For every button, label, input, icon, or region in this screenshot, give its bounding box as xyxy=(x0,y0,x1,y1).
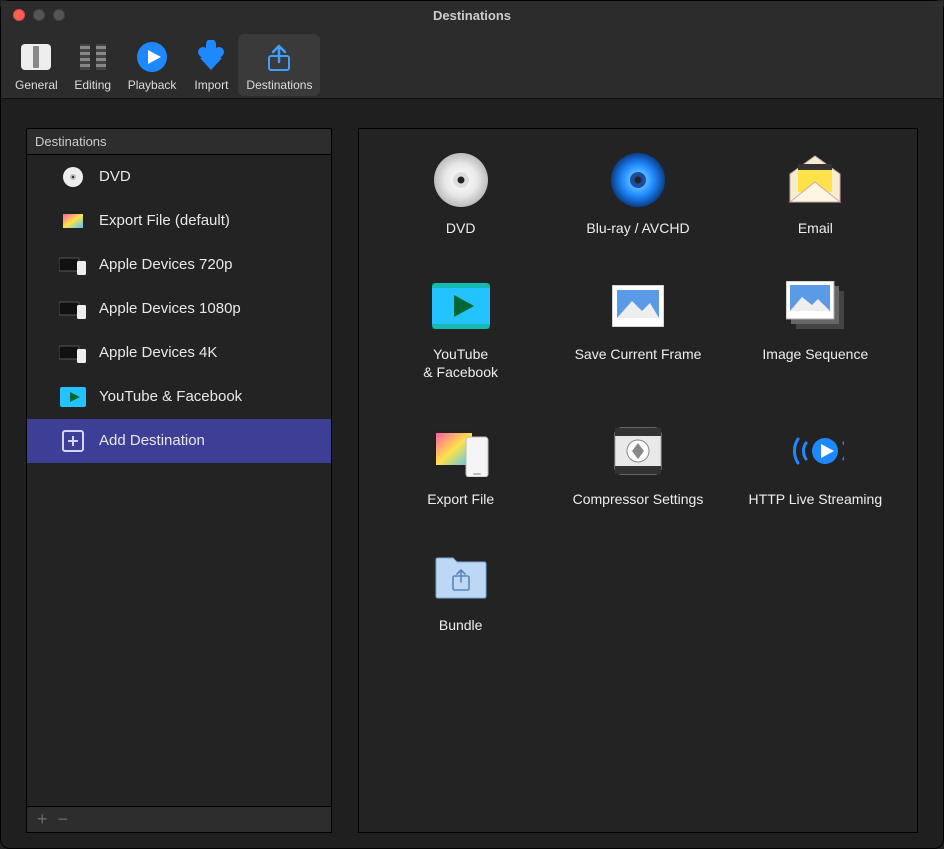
tab-editing[interactable]: Editing xyxy=(66,34,120,96)
destinations-sidebar: Destinations DVD Export File (default) xyxy=(26,128,332,833)
tab-label: Playback xyxy=(128,78,177,92)
sidebar-item-label: Add Destination xyxy=(99,432,205,449)
sidebar-item-label: Export File (default) xyxy=(99,212,230,229)
card-youtube-facebook[interactable]: YouTube & Facebook xyxy=(377,277,544,381)
youtube-large-icon xyxy=(432,277,490,335)
sidebar-item-label: Apple Devices 1080p xyxy=(99,300,241,317)
apple-devices-icon xyxy=(59,254,87,276)
tab-playback[interactable]: Playback xyxy=(120,34,185,96)
remove-button[interactable]: − xyxy=(58,809,69,830)
card-label: HTTP Live Streaming xyxy=(749,490,883,508)
card-export-file[interactable]: Export File xyxy=(377,422,544,508)
sidebar-header: Destinations xyxy=(26,128,332,154)
add-button[interactable]: + xyxy=(37,809,48,830)
tab-label: General xyxy=(15,78,58,92)
sidebar-item-youtube-facebook[interactable]: YouTube & Facebook xyxy=(27,375,331,419)
tab-label: Editing xyxy=(74,78,111,92)
sidebar-item-dvd[interactable]: DVD xyxy=(27,155,331,199)
sidebar-item-apple-720p[interactable]: Apple Devices 720p xyxy=(27,243,331,287)
card-save-frame[interactable]: Save Current Frame xyxy=(554,277,721,381)
tab-label: Import xyxy=(194,78,228,92)
youtube-icon xyxy=(59,386,87,408)
tab-label: Destinations xyxy=(246,78,312,92)
filmstrip-icon xyxy=(59,210,87,232)
save-frame-icon xyxy=(609,277,667,335)
sidebar-item-apple-1080p[interactable]: Apple Devices 1080p xyxy=(27,287,331,331)
sidebar-item-apple-4k[interactable]: Apple Devices 4K xyxy=(27,331,331,375)
card-label: Export File xyxy=(427,490,494,508)
playback-icon xyxy=(133,38,171,76)
card-label: Bundle xyxy=(439,616,483,634)
tab-destinations[interactable]: Destinations xyxy=(238,34,320,96)
card-label: Email xyxy=(798,219,833,237)
editing-icon xyxy=(74,38,112,76)
sidebar-list: DVD Export File (default) Apple Devices … xyxy=(26,154,332,807)
card-label: DVD xyxy=(446,219,476,237)
sidebar-item-label: Apple Devices 4K xyxy=(99,344,217,361)
tab-import[interactable]: Import xyxy=(184,34,238,96)
image-sequence-icon xyxy=(786,277,844,335)
card-compressor[interactable]: Compressor Settings xyxy=(554,422,721,508)
card-bundle[interactable]: Bundle xyxy=(377,548,544,634)
sidebar-item-label: Apple Devices 720p xyxy=(99,256,232,273)
bluray-icon xyxy=(609,151,667,209)
destinations-grid-panel: DVD Blu-ray / AVCHD Email xyxy=(358,128,918,833)
preferences-toolbar: General Editing Playback Import Destinat… xyxy=(1,29,943,99)
tab-general[interactable]: General xyxy=(7,34,66,96)
card-label: Blu-ray / AVCHD xyxy=(586,219,689,237)
bundle-icon xyxy=(432,548,490,606)
card-label: Image Sequence xyxy=(762,345,868,363)
card-label: Compressor Settings xyxy=(573,490,704,508)
destinations-icon xyxy=(260,38,298,76)
card-email[interactable]: Email xyxy=(732,151,899,237)
dvd-large-icon xyxy=(432,151,490,209)
dvd-icon xyxy=(59,166,87,188)
compressor-icon xyxy=(609,422,667,480)
apple-devices-icon xyxy=(59,298,87,320)
sidebar-item-add-destination[interactable]: Add Destination xyxy=(27,419,331,463)
card-hls[interactable]: HTTP Live Streaming xyxy=(732,422,899,508)
window-title: Destinations xyxy=(1,8,943,23)
export-file-icon xyxy=(432,422,490,480)
hls-icon xyxy=(786,422,844,480)
card-label: YouTube & Facebook xyxy=(423,345,498,381)
import-icon xyxy=(192,38,230,76)
card-image-sequence[interactable]: Image Sequence xyxy=(732,277,899,381)
sidebar-footer: + − xyxy=(26,807,332,833)
sidebar-item-label: YouTube & Facebook xyxy=(99,388,242,405)
card-label: Save Current Frame xyxy=(575,345,702,363)
card-dvd[interactable]: DVD xyxy=(377,151,544,237)
sidebar-item-export-file[interactable]: Export File (default) xyxy=(27,199,331,243)
card-bluray[interactable]: Blu-ray / AVCHD xyxy=(554,151,721,237)
apple-devices-icon xyxy=(59,342,87,364)
add-icon xyxy=(59,430,87,452)
sidebar-item-label: DVD xyxy=(99,168,131,185)
email-icon xyxy=(786,151,844,209)
titlebar: Destinations xyxy=(1,1,943,29)
general-icon xyxy=(17,38,55,76)
